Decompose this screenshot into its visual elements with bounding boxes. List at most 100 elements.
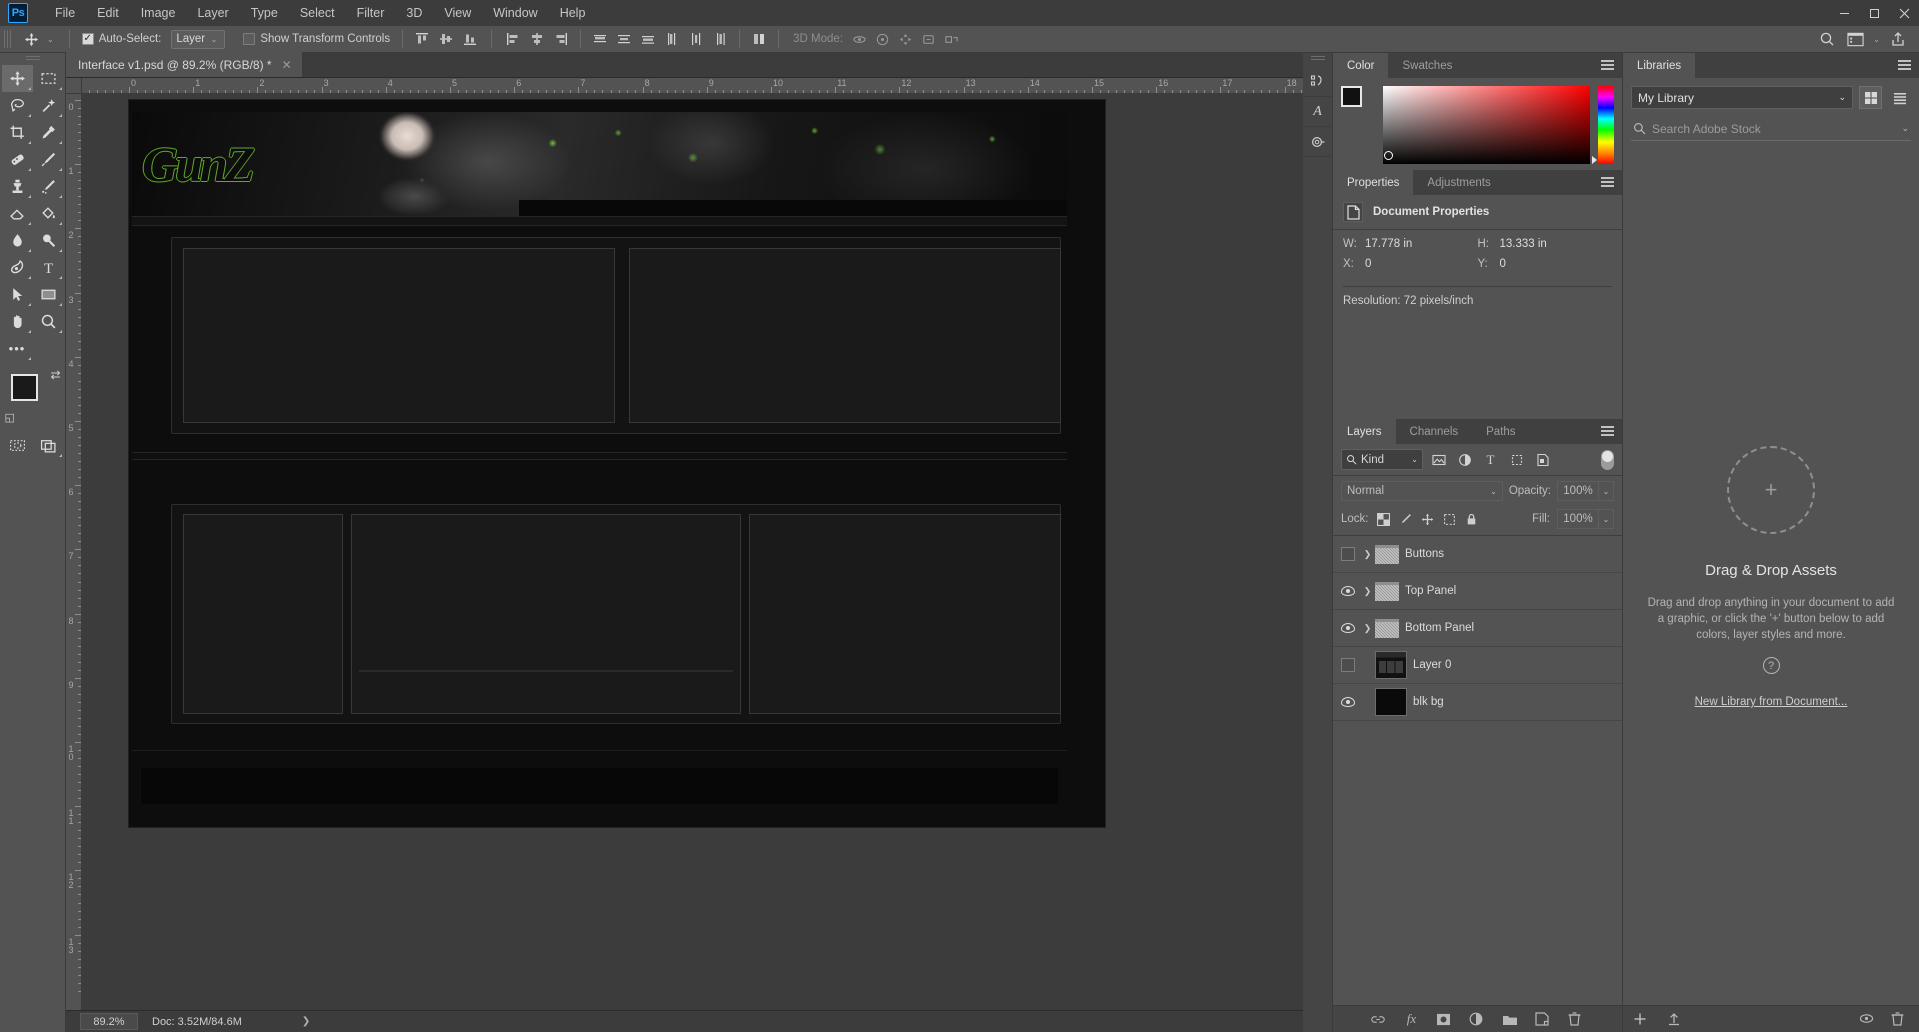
show-transform-check-icon[interactable]: ✓ [243, 33, 256, 45]
pen-tool[interactable] [2, 254, 33, 281]
hue-slider[interactable] [1592, 86, 1614, 164]
filter-smart-object-icon[interactable] [1532, 449, 1553, 470]
layer-visibility-toggle[interactable] [1335, 697, 1361, 707]
panel-menu-icon[interactable] [1601, 60, 1614, 71]
type-tool[interactable]: T [33, 254, 64, 281]
crop-tool[interactable] [2, 119, 33, 146]
pan-3d-icon[interactable] [895, 29, 917, 49]
swap-colors-icon[interactable]: ⇄ [50, 368, 60, 382]
menu-type[interactable]: Type [240, 2, 289, 24]
fill-stepper-icon[interactable]: ⌄ [1599, 509, 1614, 529]
adobe-stock-search[interactable]: Search Adobe Stock ⌄ [1631, 119, 1911, 141]
menu-layer[interactable]: Layer [186, 2, 239, 24]
chevron-down-icon[interactable]: ⌄ [1901, 123, 1909, 134]
dodge-tool[interactable] [33, 227, 64, 254]
lock-transparent-pixels-icon[interactable] [1376, 512, 1391, 527]
paths-actions-icon[interactable] [1303, 67, 1332, 97]
layer-visibility-toggle[interactable] [1335, 547, 1361, 561]
show-transform-checkbox[interactable]: ✓ Show Transform Controls [239, 33, 394, 45]
new-adjustment-layer-icon[interactable] [1469, 1012, 1487, 1026]
chevron-right-icon[interactable]: ❯ [1361, 623, 1374, 634]
opacity-stepper-icon[interactable]: ⌄ [1599, 481, 1614, 501]
tab-color[interactable]: Color [1333, 53, 1389, 78]
eyedropper-tool[interactable] [33, 119, 64, 146]
table-row[interactable]: ❯ Buttons [1333, 536, 1622, 573]
opacity-control[interactable]: 100% ⌄ [1557, 481, 1614, 501]
distribute-horizontal-centers-icon[interactable] [685, 29, 707, 49]
more-tools-button[interactable]: ••• [2, 335, 33, 362]
layer-list[interactable]: ❯ Buttons ❯ Top Panel ❯ Bottom Panel Lay… [1333, 536, 1622, 1005]
vertical-ruler[interactable]: 0 1 2 3 4 5 6 7 8 9 1 0 1 1 1 2 1 3 [66, 94, 82, 1010]
upload-icon[interactable] [1667, 1012, 1685, 1026]
filter-type-icon[interactable]: T [1480, 449, 1501, 470]
new-layer-icon[interactable] [1534, 1012, 1553, 1026]
rectangular-marquee-tool[interactable] [33, 65, 64, 92]
fill-control[interactable]: 100% ⌄ [1557, 509, 1614, 529]
magic-wand-tool[interactable] [33, 92, 64, 119]
menu-3d[interactable]: 3D [395, 2, 433, 24]
distribute-right-edges-icon[interactable] [709, 29, 731, 49]
layer-visibility-toggle[interactable] [1335, 586, 1361, 596]
distribute-left-edges-icon[interactable] [661, 29, 683, 49]
distribute-bottom-edges-icon[interactable] [637, 29, 659, 49]
tab-swatches[interactable]: Swatches [1388, 53, 1467, 78]
foreground-color-swatch[interactable] [10, 374, 38, 401]
quick-mask-mode-icon[interactable] [2, 432, 33, 459]
filter-adjustment-icon[interactable] [1454, 449, 1475, 470]
menu-help[interactable]: Help [549, 2, 597, 24]
layer-style-fx-icon[interactable]: fx [1403, 1011, 1421, 1027]
tool-preset-chevron-icon[interactable]: ⌄ [44, 35, 57, 44]
canvas-viewport[interactable]: GunZ [82, 94, 1303, 1010]
brush-tool[interactable] [33, 146, 64, 173]
chevron-right-icon[interactable]: ❯ [1361, 586, 1374, 597]
help-icon[interactable]: ? [1762, 657, 1780, 674]
distribute-top-edges-icon[interactable] [589, 29, 611, 49]
tab-layers[interactable]: Layers [1333, 419, 1396, 444]
tools-panel-grip[interactable] [25, 56, 40, 62]
layer-thumbnail[interactable] [1375, 688, 1407, 716]
menu-filter[interactable]: Filter [346, 2, 396, 24]
slide-3d-icon[interactable] [918, 29, 940, 49]
zoom-level-field[interactable]: 89.2% [80, 1013, 138, 1030]
lock-artboard-icon[interactable] [1442, 512, 1457, 527]
default-colors-icon[interactable]: ◱ [5, 411, 15, 424]
panel-menu-icon[interactable] [1898, 60, 1911, 71]
tab-paths[interactable]: Paths [1472, 419, 1530, 444]
menu-select[interactable]: Select [289, 2, 346, 24]
filter-kind-dropdown[interactable]: Kind ⌄ [1341, 449, 1423, 470]
eraser-tool[interactable] [2, 200, 33, 227]
chevron-down-icon[interactable]: ⌄ [1870, 35, 1883, 44]
add-asset-dropzone[interactable]: + [1727, 446, 1815, 534]
align-options-icon[interactable] [748, 29, 770, 49]
property-height[interactable]: H: 13.333 in [1478, 238, 1613, 250]
color-panel-foreground-swatch[interactable] [1341, 86, 1362, 107]
add-layer-mask-icon[interactable] [1436, 1013, 1454, 1026]
menu-edit[interactable]: Edit [86, 2, 130, 24]
sync-icon[interactable] [1859, 1012, 1877, 1026]
options-bar-grip[interactable] [4, 30, 12, 48]
auto-select-checkbox[interactable]: ✓ Auto-Select: [78, 33, 166, 45]
artboard[interactable]: GunZ [129, 100, 1105, 827]
menu-window[interactable]: Window [482, 2, 548, 24]
auto-select-scope-dropdown[interactable]: Layer ⌄ [171, 29, 226, 49]
color-field[interactable] [1383, 86, 1590, 164]
property-width[interactable]: W: 17.778 in [1343, 238, 1478, 250]
close-icon[interactable] [1889, 0, 1919, 26]
horizontal-ruler[interactable]: 0 1 2 3 4 5 6 7 8 9 10 11 12 13 14 15 16 17 18 [82, 78, 1303, 94]
align-horizontal-centers-icon[interactable] [526, 29, 548, 49]
property-y[interactable]: Y: 0 [1478, 258, 1613, 270]
opacity-value[interactable]: 100% [1557, 481, 1599, 501]
delete-layer-icon[interactable] [1568, 1012, 1586, 1026]
filter-enable-toggle[interactable] [1601, 449, 1614, 470]
align-left-edges-icon[interactable] [502, 29, 524, 49]
color-field-marker[interactable] [1384, 151, 1393, 160]
align-top-edges-icon[interactable] [411, 29, 433, 49]
blend-mode-dropdown[interactable]: Normal ⌄ [1341, 481, 1503, 501]
list-view-icon[interactable] [1888, 86, 1911, 109]
roll-3d-icon[interactable] [872, 29, 894, 49]
document-tab[interactable]: Interface v1.psd @ 89.2% (RGB/8) * ✕ [66, 52, 303, 77]
lock-position-icon[interactable] [1420, 512, 1435, 527]
screen-mode-icon[interactable] [33, 432, 64, 459]
tab-channels[interactable]: Channels [1395, 419, 1473, 444]
tab-adjustments[interactable]: Adjustments [1413, 170, 1505, 195]
